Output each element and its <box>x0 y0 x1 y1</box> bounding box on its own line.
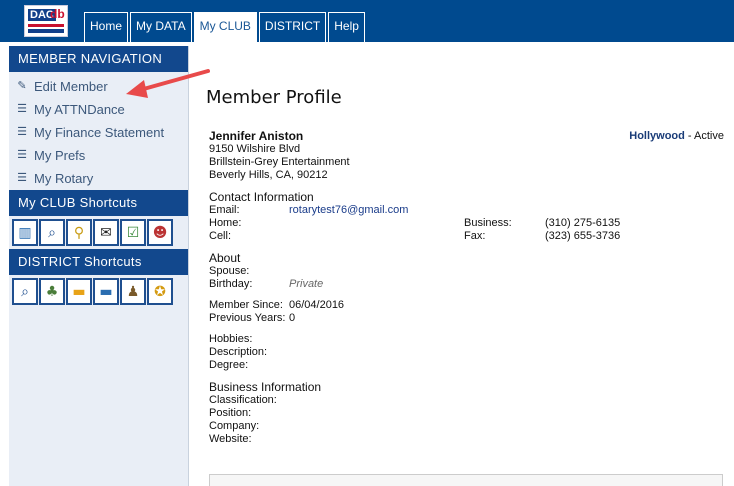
annotation-arrow-icon <box>126 69 210 98</box>
group-icon[interactable]: ♟ <box>120 278 146 305</box>
folder-blue-icon[interactable]: ▬ <box>93 278 119 305</box>
contact-row: Email: rotarytest76@gmail.com <box>209 204 724 217</box>
cell-label: Cell: <box>209 230 232 242</box>
page-title: Member Profile <box>206 87 342 108</box>
business-row: Website: <box>209 433 724 446</box>
sidebar-item-label: My Rotary <box>34 171 94 186</box>
member-status: - Active <box>687 130 724 142</box>
top-navigation-bar: DAC db Home My DATA My CLUB DISTRICT Hel… <box>0 0 734 42</box>
club-shortcuts: ▥ ⌕ ⚲ ✉ ☑ ☻ <box>9 216 188 249</box>
about-section-title: About <box>209 251 241 265</box>
club-status: Hollywood - Active <box>629 130 724 143</box>
classification-label: Classification: <box>209 394 277 406</box>
award-icon[interactable]: ✪ <box>147 278 173 305</box>
folder-icon[interactable]: ▬ <box>66 278 92 305</box>
business-section-title: Business Information <box>209 380 322 394</box>
list-icon: ☰ <box>17 172 27 184</box>
logo-stripe <box>28 29 64 33</box>
birthday-value: Private <box>289 278 324 290</box>
tab-my-data[interactable]: My DATA <box>130 12 192 42</box>
sidebar-item-label: Edit Member <box>34 79 108 94</box>
business-label: Business: <box>464 217 512 229</box>
list-icon: ☰ <box>17 103 27 115</box>
club-directory-icon[interactable]: ▥ <box>12 219 38 246</box>
list-icon: ☰ <box>17 149 27 161</box>
club-name-link[interactable]: Hollywood <box>629 130 685 142</box>
tab-home[interactable]: Home <box>84 12 129 42</box>
email-label: Email: <box>209 204 240 216</box>
sidebar: MEMBER NAVIGATION ✎ Edit Member ☰ My ATT… <box>9 46 189 486</box>
fax-number: (323) 655-3736 <box>545 230 621 242</box>
list-icon: ☰ <box>17 126 27 138</box>
main-content: Member Profile Jennifer Aniston Hollywoo… <box>189 42 734 486</box>
sidebar-item-my-attndance[interactable]: ☰ My ATTNDance <box>9 98 188 121</box>
checklist-icon[interactable]: ☑ <box>120 219 146 246</box>
address-line: Brillstein-Grey Entertainment <box>209 156 350 168</box>
business-row: Position: <box>209 407 724 420</box>
birthday-label: Birthday: <box>209 278 253 290</box>
attendance-icon[interactable]: ⚲ <box>66 219 92 246</box>
email-link[interactable]: rotarytest76@gmail.com <box>289 204 464 217</box>
about-row: Member Since: 06/04/2016 <box>209 299 724 312</box>
previous-years-label: Previous Years: <box>209 312 286 324</box>
sidebar-item-label: My Prefs <box>34 148 86 163</box>
main-tabs: Home My DATA My CLUB DISTRICT Help <box>84 12 365 42</box>
description-label: Description: <box>209 346 268 358</box>
website-label: Website: <box>209 433 252 445</box>
about-row: Description: <box>209 346 724 359</box>
member-since-value: 06/04/2016 <box>289 299 345 311</box>
dacdb-logo[interactable]: DAC db <box>24 5 68 37</box>
organization-icon[interactable]: ♣ <box>39 278 65 305</box>
sidebar-item-my-rotary[interactable]: ☰ My Rotary <box>9 167 188 190</box>
business-phone: (310) 275-6135 <box>545 217 621 229</box>
business-row: Company: <box>209 420 724 433</box>
about-row: Birthday: Private <box>209 278 724 291</box>
contact-section-title: Contact Information <box>209 190 314 204</box>
logo-stripe <box>28 24 64 27</box>
address-line: 9150 Wilshire Blvd <box>209 143 301 155</box>
member-since-label: Member Since: <box>209 299 283 311</box>
previous-years-value: 0 <box>289 312 296 324</box>
email-distribution-panel <box>209 474 723 486</box>
about-row: Hobbies: <box>209 333 724 346</box>
about-row: Degree: <box>209 359 724 372</box>
sidebar-item-label: My ATTNDance <box>34 102 125 117</box>
address-line: Beverly Hills, CA, 90212 <box>209 169 328 181</box>
contact-row: Home: Business: (310) 275-6135 <box>209 217 724 230</box>
about-row: Spouse: <box>209 265 724 278</box>
edit-icon: ✎ <box>17 80 27 92</box>
sidebar-item-my-finance-statement[interactable]: ☰ My Finance Statement <box>9 121 188 144</box>
degree-label: Degree: <box>209 359 249 371</box>
mail-icon[interactable]: ✉ <box>93 219 119 246</box>
member-profile: Jennifer Aniston Hollywood - Active 9150… <box>209 129 724 446</box>
tab-help[interactable]: Help <box>328 12 365 42</box>
hobbies-label: Hobbies: <box>209 333 253 345</box>
home-value <box>289 217 464 230</box>
tab-my-club[interactable]: My CLUB <box>193 12 257 42</box>
magnifier-icon[interactable]: ⌕ <box>12 278 38 305</box>
district-shortcuts: ⌕ ♣ ▬ ▬ ♟ ✪ <box>9 275 188 308</box>
club-shortcuts-header: My CLUB Shortcuts <box>9 190 188 216</box>
sidebar-item-label: My Finance Statement <box>34 125 165 140</box>
sidebar-item-my-prefs[interactable]: ☰ My Prefs <box>9 144 188 167</box>
fax-label: Fax: <box>464 230 486 242</box>
position-label: Position: <box>209 407 252 419</box>
tab-district[interactable]: DISTRICT <box>258 12 327 42</box>
logo-text-accent: db <box>50 7 65 21</box>
contact-row: Cell: Fax: (323) 655-3736 <box>209 230 724 243</box>
business-row: Classification: <box>209 394 724 407</box>
cell-value <box>289 230 464 243</box>
magnifier-icon[interactable]: ⌕ <box>39 219 65 246</box>
home-label: Home: <box>209 217 242 229</box>
company-label: Company: <box>209 420 260 432</box>
district-shortcuts-header: DISTRICT Shortcuts <box>9 249 188 275</box>
members-icon[interactable]: ☻ <box>147 219 173 246</box>
spouse-label: Spouse: <box>209 265 250 277</box>
about-row: Previous Years: 0 <box>209 312 724 325</box>
